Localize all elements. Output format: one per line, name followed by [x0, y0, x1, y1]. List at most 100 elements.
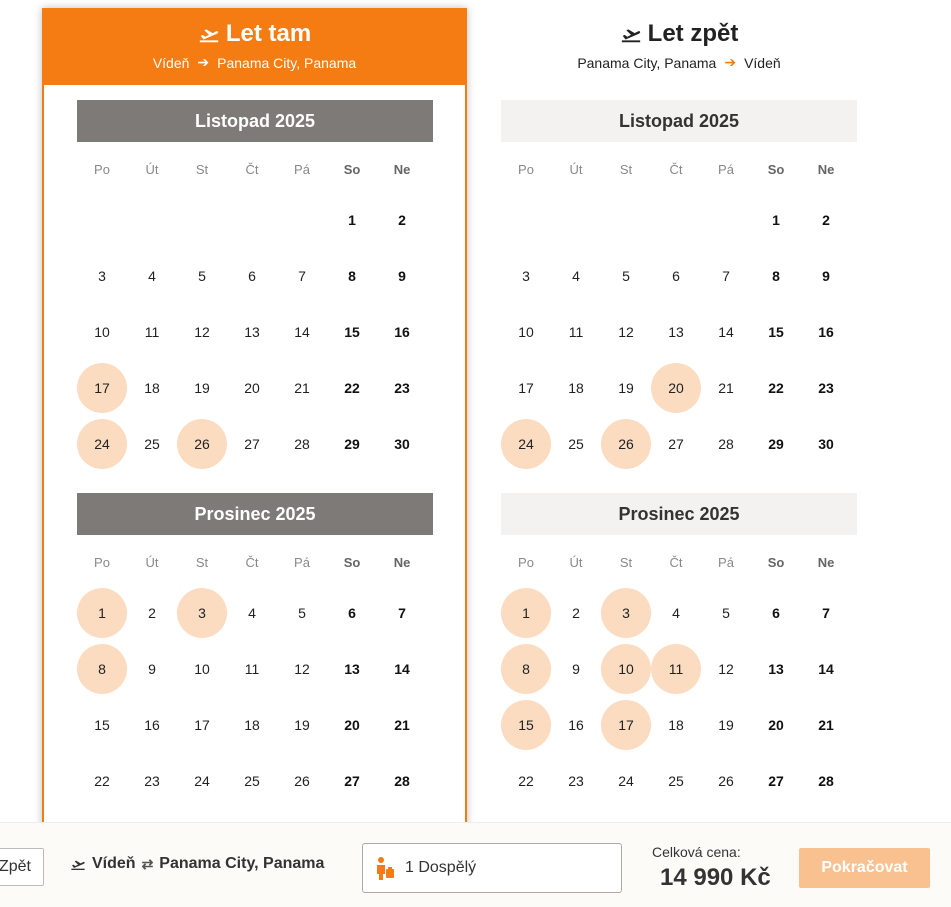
- day-cell: 12: [701, 641, 751, 697]
- day-number: 18: [568, 380, 584, 396]
- continue-button[interactable]: Pokračovat: [799, 848, 930, 888]
- day-number: 16: [144, 717, 160, 733]
- weekday-header: Po Út St Čt Pá So Ne: [501, 162, 857, 186]
- weekday-label: Po: [94, 555, 110, 570]
- weekday-label: Po: [94, 162, 110, 177]
- weekday-label: St: [195, 555, 209, 570]
- day-cell: 2: [801, 192, 851, 248]
- weekday-label: Út: [569, 162, 583, 177]
- day-cell: 6: [651, 248, 701, 304]
- available-day-cell[interactable]: 20: [651, 360, 701, 416]
- day-number: 24: [618, 773, 634, 789]
- days-grid: 1 2 3 4 5 6 7 8 9 10 11 12 13 14 15 16 17 18 19 20 21 22 23 24 2…: [77, 192, 433, 472]
- day-number: 17: [518, 380, 534, 396]
- day-number: 12: [618, 324, 634, 340]
- day-cell: 27: [751, 753, 801, 809]
- available-day-cell[interactable]: 8: [77, 641, 127, 697]
- day-number: 22: [518, 773, 534, 789]
- available-day-cell[interactable]: 1: [501, 585, 551, 641]
- day-number: 25: [568, 436, 584, 452]
- passengers-select[interactable]: 1 Dospělý: [362, 843, 622, 893]
- day-number: 4: [572, 268, 580, 284]
- day-cell: 26: [277, 753, 327, 809]
- day-number: 13: [768, 661, 784, 677]
- outbound-to: Panama City, Panama: [217, 54, 357, 71]
- day-cell: 28: [801, 753, 851, 809]
- inbound-route: Panama City, Panama ➔ Vídeň: [501, 54, 857, 71]
- day-number: 6: [248, 268, 256, 284]
- day-cell: 18: [227, 697, 277, 753]
- available-day-cell[interactable]: 17: [77, 360, 127, 416]
- day-cell: 19: [701, 697, 751, 753]
- day-cell: 3: [77, 248, 127, 304]
- day-cell: 16: [377, 304, 427, 360]
- day-number: 21: [818, 717, 834, 733]
- available-day-cell[interactable]: 26: [177, 416, 227, 472]
- day-number: 11: [244, 661, 260, 677]
- day-number: 21: [394, 717, 410, 733]
- weekday-label: Pá: [718, 555, 734, 570]
- day-number: 14: [394, 661, 410, 677]
- empty-day-cell: [227, 192, 277, 248]
- day-cell: 15: [751, 304, 801, 360]
- plane-departure-icon: [199, 29, 218, 43]
- available-day-cell[interactable]: 24: [501, 416, 551, 472]
- day-number: 9: [572, 661, 580, 677]
- flight-date-picker-page: Let tam Vídeň ➔ Panama City, Panama List…: [0, 0, 951, 907]
- available-day-cell[interactable]: 3: [601, 585, 651, 641]
- day-number: 30: [818, 436, 834, 452]
- day-number: 24: [194, 773, 210, 789]
- available-day-cell[interactable]: 3: [177, 585, 227, 641]
- available-day-cell[interactable]: 11: [651, 641, 701, 697]
- available-day-cell[interactable]: 26: [601, 416, 651, 472]
- day-number: 4: [672, 605, 680, 621]
- day-number: 27: [668, 436, 684, 452]
- back-button[interactable]: Zpět: [0, 848, 44, 886]
- day-number: 6: [348, 605, 356, 621]
- day-number: 3: [177, 588, 227, 638]
- weekday-label: Út: [569, 555, 583, 570]
- day-cell: 27: [327, 753, 377, 809]
- day-cell: 13: [651, 304, 701, 360]
- day-number: 15: [501, 700, 551, 750]
- weekday-label: So: [343, 555, 361, 570]
- day-number: 26: [718, 773, 734, 789]
- available-day-cell[interactable]: 8: [501, 641, 551, 697]
- day-number: 21: [294, 380, 310, 396]
- day-number: [277, 195, 327, 245]
- day-cell: 21: [701, 360, 751, 416]
- passengers-value: 1 Dospělý: [405, 859, 477, 876]
- day-number: 3: [522, 268, 530, 284]
- day-number: [701, 195, 751, 245]
- weekday-label: Út: [145, 555, 159, 570]
- day-cell: 29: [327, 416, 377, 472]
- day-number: 1: [348, 212, 356, 228]
- day-cell: 22: [751, 360, 801, 416]
- day-cell: 23: [801, 360, 851, 416]
- day-cell: 24: [177, 753, 227, 809]
- available-day-cell[interactable]: 24: [77, 416, 127, 472]
- day-number: 2: [148, 605, 156, 621]
- day-cell: 25: [227, 753, 277, 809]
- empty-day-cell: [77, 192, 127, 248]
- available-day-cell[interactable]: 1: [77, 585, 127, 641]
- day-number: 23: [394, 380, 410, 396]
- available-day-cell[interactable]: 15: [501, 697, 551, 753]
- day-number: 24: [501, 419, 551, 469]
- day-cell: 18: [551, 360, 601, 416]
- day-number: 5: [622, 268, 630, 284]
- day-cell: 25: [551, 416, 601, 472]
- day-cell: 11: [127, 304, 177, 360]
- day-number: 27: [344, 773, 360, 789]
- total-price-value: 14 990 Kč: [660, 864, 771, 891]
- day-cell: 22: [327, 360, 377, 416]
- arrow-right-icon: ➔: [724, 54, 737, 70]
- day-number: 7: [298, 268, 306, 284]
- day-number: 9: [822, 268, 830, 284]
- available-day-cell[interactable]: 10: [601, 641, 651, 697]
- day-number: 18: [144, 380, 160, 396]
- day-number: [227, 195, 277, 245]
- day-number: 12: [194, 324, 210, 340]
- empty-day-cell: [501, 192, 551, 248]
- available-day-cell[interactable]: 17: [601, 697, 651, 753]
